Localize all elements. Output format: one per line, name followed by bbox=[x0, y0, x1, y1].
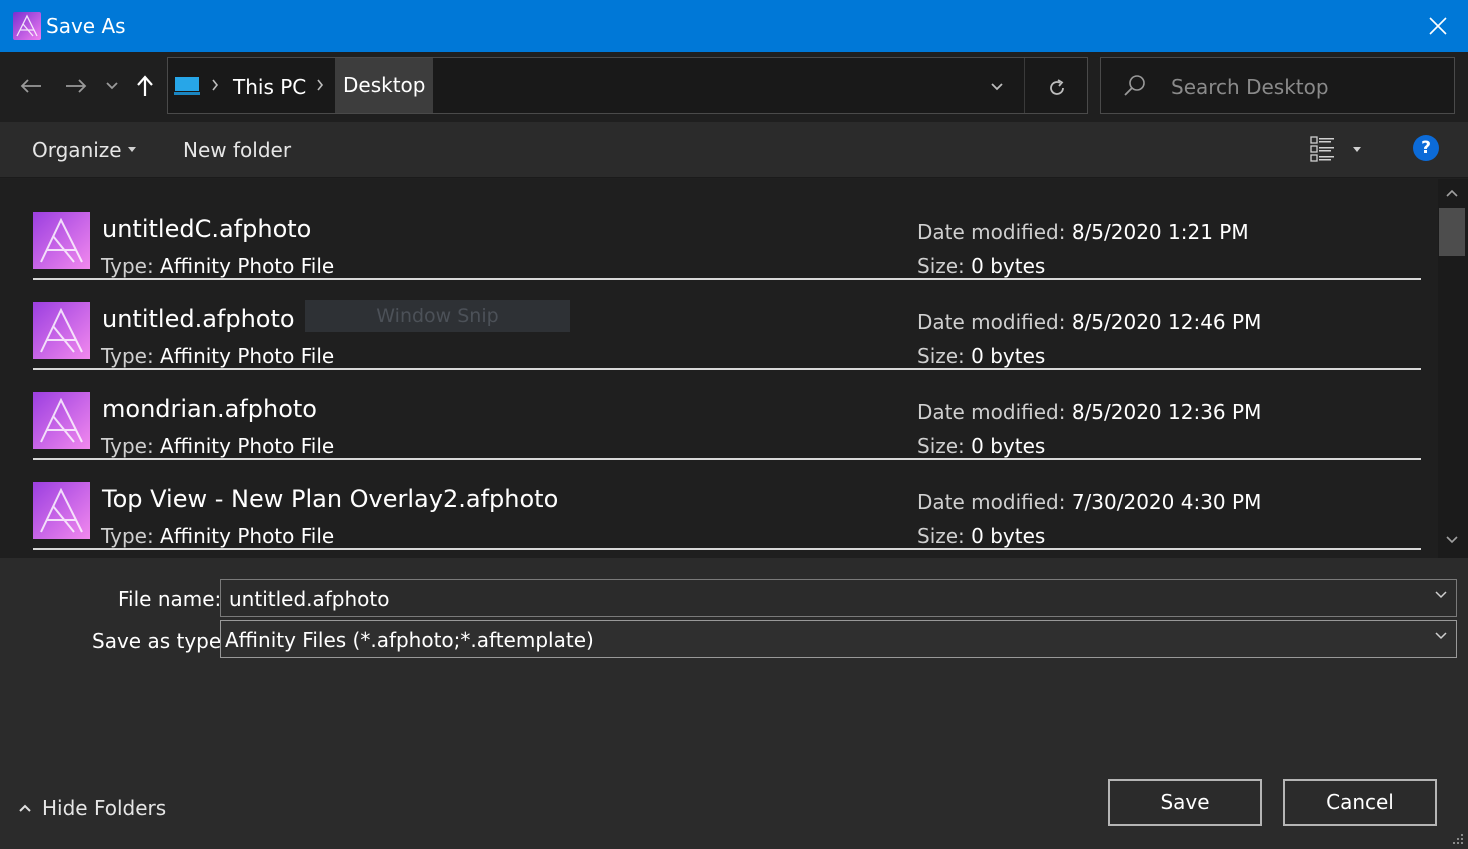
search-icon bbox=[1124, 75, 1145, 96]
file-name-value: untitled.afphoto bbox=[229, 587, 390, 611]
hide-folders-label: Hide Folders bbox=[42, 796, 167, 820]
search-box[interactable]: Search Desktop bbox=[1100, 57, 1455, 114]
arrow-up-icon bbox=[137, 75, 153, 96]
affinity-photo-app-icon bbox=[13, 12, 41, 40]
view-options-caret-icon[interactable] bbox=[1353, 147, 1361, 152]
close-icon bbox=[1429, 17, 1447, 35]
organize-label: Organize bbox=[32, 138, 122, 162]
title-bar: Save As bbox=[0, 0, 1468, 52]
chevron-down-icon[interactable] bbox=[1434, 590, 1448, 600]
refresh-icon bbox=[1050, 79, 1064, 95]
chevron-down-icon bbox=[106, 82, 118, 90]
close-button[interactable] bbox=[1408, 0, 1468, 52]
resize-grip-icon[interactable] bbox=[1452, 833, 1464, 845]
hide-folders-button[interactable]: Hide Folders bbox=[18, 796, 166, 820]
file-size: Size: 0 bytes bbox=[917, 524, 1046, 548]
file-type: Type: Affinity Photo File bbox=[101, 434, 335, 458]
chevron-down-icon[interactable] bbox=[1434, 631, 1448, 641]
arrow-right-icon bbox=[66, 79, 87, 93]
save-as-type-value: Affinity Files (*.afphoto;*.aftemplate) bbox=[225, 628, 594, 652]
scroll-down-icon[interactable] bbox=[1446, 536, 1458, 544]
window-snip-overlay: Window Snip bbox=[305, 300, 570, 332]
file-size: Size: 0 bytes bbox=[917, 254, 1046, 278]
up-button[interactable] bbox=[130, 71, 160, 101]
back-button[interactable] bbox=[16, 71, 46, 101]
command-bar: Organize New folder ? bbox=[0, 122, 1468, 178]
cancel-button[interactable]: Cancel bbox=[1283, 779, 1437, 826]
affinity-photo-file-icon bbox=[33, 212, 90, 269]
new-folder-button[interactable]: New folder bbox=[183, 138, 291, 162]
file-type: Type: Affinity Photo File bbox=[101, 524, 335, 548]
organize-menu[interactable]: Organize bbox=[32, 138, 136, 162]
file-row[interactable]: untitledC.afphoto Type: Affinity Photo F… bbox=[33, 190, 1421, 280]
file-type: Type: Affinity Photo File bbox=[101, 254, 335, 278]
arrow-left-icon bbox=[20, 79, 41, 93]
address-history-dropdown[interactable] bbox=[982, 72, 1012, 102]
file-type: Type: Affinity Photo File bbox=[101, 344, 335, 368]
details-view-icon[interactable] bbox=[1309, 135, 1337, 163]
file-name: untitled.afphoto bbox=[102, 305, 295, 333]
chevron-down-icon bbox=[991, 83, 1003, 91]
file-list: untitledC.afphoto Type: Affinity Photo F… bbox=[0, 179, 1438, 558]
chevron-up-icon bbox=[19, 804, 31, 812]
address-bar[interactable]: This PC Desktop bbox=[167, 57, 1088, 114]
help-button[interactable]: ? bbox=[1413, 135, 1439, 161]
affinity-photo-file-icon bbox=[33, 302, 90, 359]
file-row[interactable]: mondrian.afphoto Type: Affinity Photo Fi… bbox=[33, 370, 1421, 460]
file-name: untitledC.afphoto bbox=[102, 215, 312, 243]
address-divider bbox=[1024, 58, 1025, 113]
search-placeholder: Search Desktop bbox=[1171, 75, 1329, 99]
save-as-type-select[interactable]: Affinity Files (*.afphoto;*.aftemplate) bbox=[220, 620, 1457, 658]
file-date-modified: Date modified: 8/5/2020 1:21 PM bbox=[917, 220, 1249, 244]
save-button[interactable]: Save bbox=[1108, 779, 1262, 826]
file-name-label: File name: bbox=[118, 587, 222, 611]
file-name: mondrian.afphoto bbox=[102, 395, 317, 423]
refresh-button[interactable] bbox=[1040, 71, 1074, 105]
scrollbar-thumb[interactable] bbox=[1439, 208, 1465, 256]
scroll-up-icon[interactable] bbox=[1446, 189, 1458, 197]
affinity-photo-file-icon bbox=[33, 392, 90, 449]
chevron-right-icon bbox=[317, 79, 324, 91]
breadcrumb-this-pc[interactable]: This PC bbox=[233, 75, 306, 99]
affinity-photo-file-icon bbox=[33, 482, 90, 539]
chevron-right-icon bbox=[212, 79, 219, 91]
file-name: Top View - New Plan Overlay2.afphoto bbox=[102, 485, 559, 513]
save-form-panel: File name: untitled.afphoto Save as type… bbox=[0, 558, 1468, 849]
file-date-modified: Date modified: 7/30/2020 4:30 PM bbox=[917, 490, 1262, 514]
file-date-modified: Date modified: 8/5/2020 12:46 PM bbox=[917, 310, 1262, 334]
forward-button[interactable] bbox=[61, 71, 91, 101]
recent-locations-button[interactable] bbox=[97, 71, 127, 101]
file-name-field[interactable]: untitled.afphoto bbox=[220, 579, 1457, 617]
save-as-type-label: Save as type: bbox=[92, 629, 228, 653]
caret-down-icon bbox=[127, 147, 136, 152]
file-date-modified: Date modified: 8/5/2020 12:36 PM bbox=[917, 400, 1262, 424]
navigation-bar: This PC Desktop Search Desktop bbox=[0, 52, 1468, 122]
file-row[interactable]: untitled.afphoto Type: Affinity Photo Fi… bbox=[33, 280, 1421, 370]
this-pc-icon bbox=[174, 77, 200, 95]
window-title: Save As bbox=[46, 14, 126, 38]
file-size: Size: 0 bytes bbox=[917, 344, 1046, 368]
vertical-scrollbar[interactable] bbox=[1438, 179, 1468, 558]
file-row[interactable]: Top View - New Plan Overlay2.afphoto Typ… bbox=[33, 460, 1421, 550]
breadcrumb-desktop[interactable]: Desktop bbox=[335, 58, 434, 113]
file-size: Size: 0 bytes bbox=[917, 434, 1046, 458]
